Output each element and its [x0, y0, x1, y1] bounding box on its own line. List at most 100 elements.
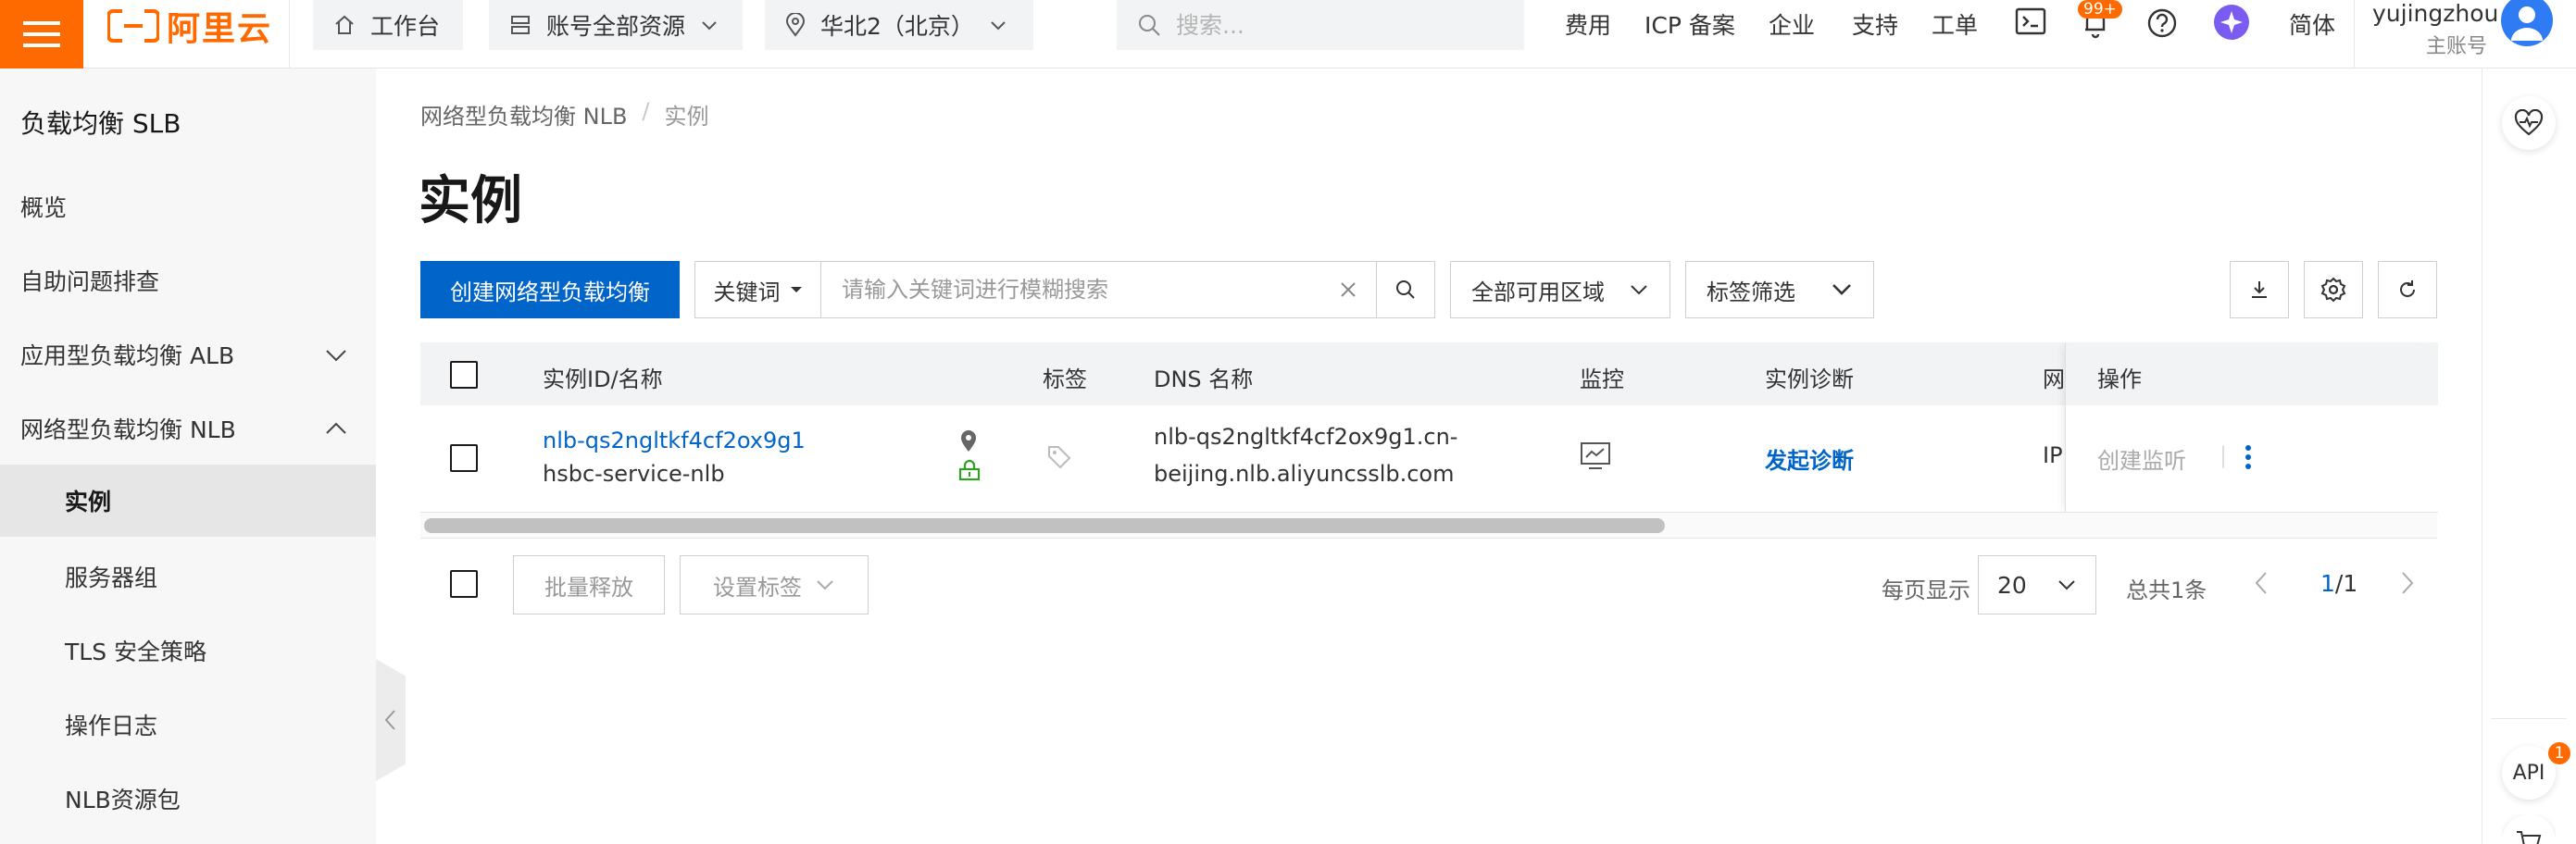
sidebar-item-instances[interactable]: 实例	[0, 465, 376, 537]
caret-down-icon	[790, 287, 802, 292]
sidebar-title: 负载均衡 SLB	[20, 108, 181, 139]
scrollbar-thumb[interactable]	[424, 518, 1665, 533]
clear-filter-button[interactable]	[1319, 262, 1377, 317]
global-search-input[interactable]	[1176, 11, 1491, 39]
set-tags-label: 设置标签	[713, 574, 802, 601]
row-checkbox[interactable]	[450, 444, 478, 472]
terminal-icon[interactable]	[2015, 7, 2046, 35]
global-search[interactable]	[1117, 0, 1524, 50]
sidebar-item-label: TLS 安全策略	[65, 639, 207, 665]
create-nlb-button[interactable]: 创建网络型负载均衡	[420, 261, 680, 318]
refresh-button[interactable]	[2378, 261, 2437, 318]
batch-release-button[interactable]: 批量释放	[513, 555, 665, 614]
breadcrumb-separator: /	[642, 98, 650, 124]
region-selector[interactable]: 华北2（北京）	[765, 0, 1033, 50]
column-header-monitor: 监控	[1580, 366, 1624, 392]
breadcrumb-current: 实例	[664, 104, 709, 130]
api-label: API	[2512, 761, 2545, 785]
network-type: IP	[2043, 442, 2063, 468]
monitor-chart-icon[interactable]	[1580, 441, 1611, 472]
zone-location-icon[interactable]	[959, 429, 978, 453]
instance-table: 实例ID/名称 标签 DNS 名称 监控 实例诊断 网 nlb-qs2ngltk…	[420, 342, 2438, 539]
dns-name-line-2: beijing.nlb.aliyuncsslb.com	[1154, 461, 1455, 487]
sidebar-item-server-groups[interactable]: 服务器组	[0, 540, 376, 613]
next-page-icon[interactable]	[2398, 570, 2417, 596]
gear-icon	[2320, 277, 2346, 303]
api-badge: 1	[2548, 742, 2570, 764]
set-tags-button[interactable]: 设置标签	[680, 555, 869, 614]
horizontal-scrollbar[interactable]	[420, 513, 2437, 539]
page-size-selector[interactable]: 20	[1978, 555, 2096, 614]
sidebar-item-nlb-package[interactable]: NLB资源包	[0, 763, 376, 835]
health-assistant-button[interactable]	[2502, 96, 2556, 150]
zone-filter-dropdown[interactable]: 全部可用区域	[1450, 261, 1670, 318]
sidebar-item-troubleshoot[interactable]: 自助问题排查	[0, 244, 376, 316]
language-switch[interactable]: 简体	[2289, 7, 2335, 41]
region-label: 华北2（北京）	[820, 13, 974, 40]
download-button[interactable]	[2230, 261, 2289, 318]
cart-button-circle	[2502, 814, 2556, 844]
nav-link-billing[interactable]: 费用	[1565, 7, 1611, 41]
keyword-search-input[interactable]	[821, 262, 1319, 317]
refresh-icon	[2400, 280, 2415, 297]
sidebar-item-overview[interactable]: 概览	[0, 170, 376, 242]
dns-name-line-1: nlb-qs2ngltkf4cf2ox9g1.cn-	[1154, 424, 1458, 450]
workbench-button[interactable]: 工作台	[313, 0, 463, 50]
cart-button[interactable]	[2502, 814, 2556, 844]
nav-link-support[interactable]: 支持	[1852, 7, 1898, 41]
heart-pulse-icon	[2514, 109, 2544, 136]
chevron-left-icon	[384, 710, 395, 730]
sidebar-item-label: 操作日志	[65, 713, 158, 739]
user-name[interactable]: yujingzhou	[2372, 0, 2498, 27]
breadcrumb: 网络型负载均衡 NLB / 实例	[420, 98, 709, 130]
previous-page-icon[interactable]	[2252, 570, 2270, 596]
nav-link-enterprise[interactable]: 企业	[1769, 7, 1815, 41]
logo-text: 阿里云	[167, 10, 273, 48]
download-icon	[2252, 281, 2267, 298]
sidebar-collapse-handle[interactable]	[376, 659, 406, 781]
filter-search-button[interactable]	[1377, 262, 1434, 317]
top-navigation-bar: 阿里云 工作台 账号全部资源 华北2（北京） 费用 ICP 备案 企业 支持 工…	[0, 0, 2576, 68]
chevron-up-icon	[326, 422, 346, 434]
search-icon	[1396, 280, 1415, 299]
select-all-checkbox[interactable]	[450, 361, 478, 389]
nav-link-ticket[interactable]: 工单	[1932, 7, 1978, 41]
start-diagnosis-link[interactable]: 发起诊断	[1765, 442, 1854, 475]
breadcrumb-parent[interactable]: 网络型负载均衡 NLB	[420, 98, 627, 130]
create-listener-action[interactable]: 创建监听	[2097, 442, 2186, 475]
server-icon	[511, 16, 530, 34]
settings-button[interactable]	[2304, 261, 2363, 318]
sidebar-item-alb[interactable]: 应用型负载均衡 ALB	[0, 318, 376, 391]
footer-select-all-checkbox[interactable]	[450, 570, 478, 598]
filter-key-selector[interactable]: 关键词	[695, 262, 821, 317]
home-icon	[335, 15, 354, 34]
filter-key-label: 关键词	[713, 279, 781, 305]
right-rail	[2482, 68, 2576, 844]
more-actions-icon[interactable]	[2244, 444, 2253, 470]
sidebar-item-label: 服务器组	[65, 565, 158, 591]
chevron-down-icon	[2058, 580, 2075, 590]
sidebar-item-tls-policy[interactable]: TLS 安全策略	[0, 614, 376, 687]
instance-id-link[interactable]: nlb-qs2ngltkf4cf2ox9g1	[543, 428, 806, 453]
page-indicator: 1/1	[2320, 570, 2357, 597]
page-size-label: 每页显示	[1882, 577, 1970, 603]
ip-version-icon[interactable]	[957, 459, 982, 481]
column-header-id-name: 实例ID/名称	[543, 366, 663, 392]
resource-group-selector[interactable]: 账号全部资源	[489, 0, 743, 50]
zone-filter-label: 全部可用区域	[1471, 279, 1605, 305]
user-role: 主账号	[2426, 35, 2488, 58]
page-size-value: 20	[1997, 571, 2027, 599]
help-icon[interactable]	[2146, 7, 2178, 39]
ai-assistant-icon[interactable]	[2213, 4, 2250, 41]
sidebar-item-nlb[interactable]: 网络型负载均衡 NLB	[0, 392, 376, 465]
hamburger-menu-icon	[23, 21, 60, 47]
avatar[interactable]	[2500, 0, 2554, 46]
tag-filter-dropdown[interactable]: 标签筛选	[1685, 261, 1874, 318]
hamburger-menu-button[interactable]	[0, 0, 83, 68]
nav-link-icp[interactable]: ICP 备案	[1644, 7, 1735, 41]
chevron-down-icon	[991, 21, 1006, 31]
aliyun-logo[interactable]: 阿里云	[107, 6, 272, 48]
sidebar-item-operation-log[interactable]: 操作日志	[0, 689, 376, 761]
tag-icon[interactable]	[1046, 444, 1072, 470]
chevron-down-icon	[1631, 285, 1647, 295]
